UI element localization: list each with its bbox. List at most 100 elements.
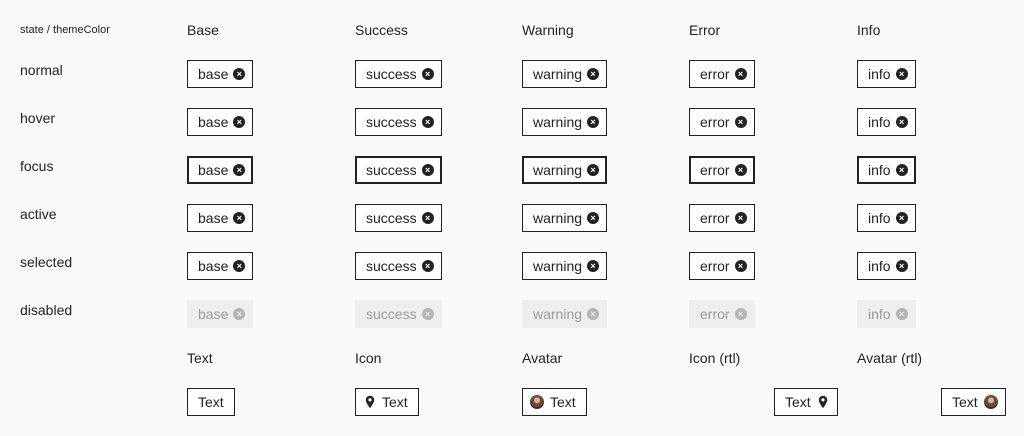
chip-label: warning	[533, 306, 583, 322]
close-circle-icon[interactable]: ×	[734, 68, 747, 80]
close-circle-icon: ×	[233, 308, 246, 320]
close-circle-icon[interactable]: ×	[421, 68, 434, 80]
chip-base-focus[interactable]: base ×	[187, 156, 254, 184]
close-circle-icon[interactable]: ×	[233, 212, 246, 224]
close-circle-icon: ×	[421, 308, 434, 320]
user-avatar-icon	[530, 395, 544, 409]
chip-label: info	[868, 210, 891, 226]
chip-success-active[interactable]: success ×	[355, 204, 442, 232]
chip-label: base	[198, 162, 229, 178]
chip-success-focus[interactable]: success ×	[355, 156, 442, 184]
chip-success-selected[interactable]: success ×	[355, 252, 442, 280]
chip-label: Text	[550, 394, 576, 410]
chip-label: warning	[533, 162, 583, 178]
chip-label: error	[700, 210, 730, 226]
chip-error-hover[interactable]: error ×	[689, 108, 755, 136]
close-circle-icon[interactable]: ×	[233, 68, 246, 80]
close-circle-icon[interactable]: ×	[421, 164, 434, 176]
chip-label: base	[198, 258, 229, 274]
chip-error-selected[interactable]: error ×	[689, 252, 755, 280]
chip-warning-active[interactable]: warning ×	[522, 204, 608, 232]
close-circle-icon[interactable]: ×	[895, 260, 908, 272]
close-circle-icon[interactable]: ×	[734, 260, 747, 272]
close-circle-icon[interactable]: ×	[421, 260, 434, 272]
chip-error-active[interactable]: error ×	[689, 204, 755, 232]
chip-error-focus[interactable]: error ×	[689, 156, 755, 184]
chip-info-normal[interactable]: info ×	[857, 60, 916, 88]
chip-label: error	[700, 66, 730, 82]
close-circle-icon[interactable]: ×	[895, 68, 908, 80]
chip-success-normal[interactable]: success ×	[355, 60, 442, 88]
chip-warning-normal[interactable]: warning ×	[522, 60, 608, 88]
icon-chip[interactable]: Text	[355, 388, 419, 416]
close-circle-icon[interactable]: ×	[587, 68, 600, 80]
chip-label: error	[700, 114, 730, 130]
avatar-chip[interactable]: Text	[522, 388, 587, 416]
close-circle-icon[interactable]: ×	[587, 116, 600, 128]
chip-label: base	[198, 210, 229, 226]
chip-warning-selected[interactable]: warning ×	[522, 252, 608, 280]
chip-label: Text	[952, 394, 978, 410]
user-avatar-icon	[983, 395, 998, 409]
header-icon-rtl-chip: Icon (rtl)	[689, 350, 741, 366]
close-circle-icon[interactable]: ×	[895, 164, 908, 176]
chip-label: error	[700, 306, 730, 322]
close-circle-icon[interactable]: ×	[734, 212, 747, 224]
chip-label: error	[700, 258, 730, 274]
chip-info-hover[interactable]: info ×	[857, 108, 916, 136]
chip-warning-hover[interactable]: warning ×	[522, 108, 608, 136]
chip-warning-focus[interactable]: warning ×	[522, 156, 608, 184]
icon-rtl-chip[interactable]: Text	[774, 388, 838, 416]
chip-warning-disabled: warning ×	[522, 300, 608, 328]
header-avatar-rtl-chip: Avatar (rtl)	[857, 350, 923, 366]
close-circle-icon[interactable]: ×	[233, 164, 246, 176]
close-circle-icon[interactable]: ×	[233, 116, 246, 128]
chip-label: info	[868, 258, 891, 274]
chip-base-normal[interactable]: base ×	[187, 60, 254, 88]
close-circle-icon[interactable]: ×	[895, 116, 908, 128]
chip-info-disabled: info ×	[857, 300, 916, 328]
chip-info-focus[interactable]: info ×	[857, 156, 916, 184]
chip-label: warning	[533, 66, 583, 82]
close-circle-icon[interactable]: ×	[233, 260, 246, 272]
chip-label: base	[198, 114, 229, 130]
chip-success-disabled: success ×	[355, 300, 442, 328]
close-circle-icon[interactable]: ×	[587, 212, 600, 224]
chip-label: Text	[198, 394, 224, 410]
close-circle-icon[interactable]: ×	[421, 116, 434, 128]
text-chip[interactable]: Text	[187, 388, 235, 416]
chip-label: base	[198, 306, 229, 322]
avatar-rtl-chip[interactable]: Text	[941, 388, 1006, 416]
chip-label: success	[366, 258, 417, 274]
close-circle-icon[interactable]: ×	[734, 116, 747, 128]
close-circle-icon[interactable]: ×	[895, 212, 908, 224]
map-pin-icon	[365, 395, 375, 409]
corner-label: state / themeColor	[20, 24, 110, 36]
close-circle-icon[interactable]: ×	[587, 260, 600, 272]
chip-base-active[interactable]: base ×	[187, 204, 254, 232]
chip-label: info	[868, 162, 891, 178]
chip-success-hover[interactable]: success ×	[355, 108, 442, 136]
row-label-selected: selected	[20, 254, 73, 270]
header-text-chip: Text	[187, 350, 213, 366]
chip-error-normal[interactable]: error ×	[689, 60, 755, 88]
chip-label: Text	[785, 394, 811, 410]
chip-label: warning	[533, 210, 583, 226]
chip-label: warning	[533, 114, 583, 130]
chip-info-active[interactable]: info ×	[857, 204, 916, 232]
chip-label: success	[366, 114, 417, 130]
chip-base-hover[interactable]: base ×	[187, 108, 254, 136]
chip-base-disabled: base ×	[187, 300, 254, 328]
chip-label: success	[366, 210, 417, 226]
chip-info-selected[interactable]: info ×	[857, 252, 916, 280]
chip-base-selected[interactable]: base ×	[187, 252, 254, 280]
close-circle-icon[interactable]: ×	[421, 212, 434, 224]
header-avatar-chip: Avatar	[522, 350, 563, 366]
chip-label: base	[198, 66, 229, 82]
close-circle-icon[interactable]: ×	[587, 164, 600, 176]
column-header-success: Success	[355, 22, 408, 38]
chip-label: success	[366, 162, 417, 178]
close-circle-icon[interactable]: ×	[734, 164, 747, 176]
close-circle-icon: ×	[587, 308, 600, 320]
map-pin-icon	[818, 395, 827, 409]
